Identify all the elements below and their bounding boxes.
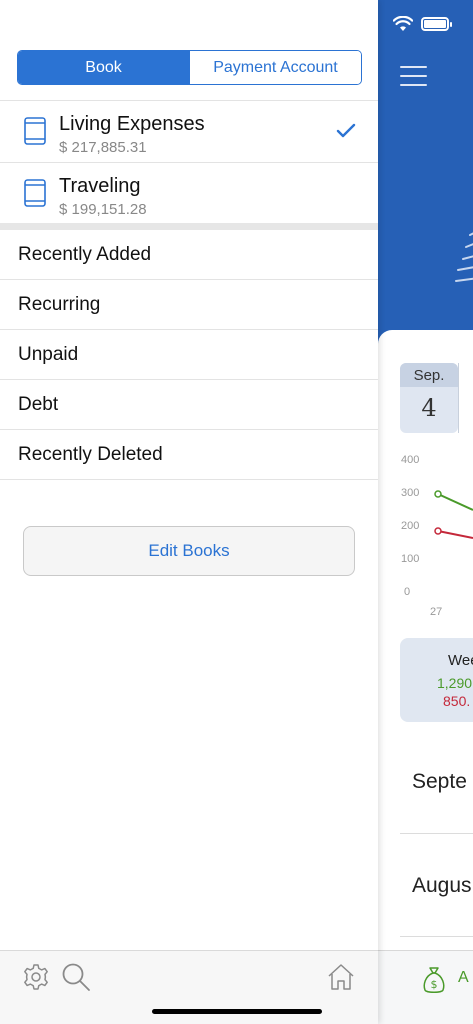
trend-chart: 400 300 200 100 0 27 xyxy=(378,448,473,628)
date-day: 4 xyxy=(421,394,437,422)
menu-icon[interactable] xyxy=(400,66,427,86)
date-next-box[interactable] xyxy=(458,363,473,433)
month-row-september[interactable]: Septe xyxy=(412,770,467,794)
menu-item-label: Recently Deleted xyxy=(18,444,163,465)
book-icon xyxy=(24,179,46,207)
book-amount: $ 217,885.31 xyxy=(59,139,147,156)
segmented-control: Book Payment Account xyxy=(17,50,362,85)
segment-book[interactable]: Book xyxy=(18,51,189,84)
book-amount: $ 199,151.28 xyxy=(59,201,147,218)
home-icon[interactable] xyxy=(327,963,355,991)
battery-icon xyxy=(421,17,452,31)
menu-item-label: Unpaid xyxy=(18,344,79,365)
summary-expense: 850. xyxy=(443,693,471,709)
money-bag-icon[interactable]: $ xyxy=(422,965,446,995)
expense-point xyxy=(434,527,442,535)
background-header xyxy=(378,0,473,360)
edit-books-button[interactable]: Edit Books xyxy=(23,526,355,576)
side-drawer: Book Payment Account Living Expenses $ 2… xyxy=(0,0,378,1024)
search-icon[interactable] xyxy=(61,962,91,992)
menu-item-label: Debt xyxy=(18,394,59,415)
menu-item-label: Recently Added xyxy=(18,244,152,265)
status-bar xyxy=(393,16,452,32)
book-icon xyxy=(24,117,46,145)
checkmark-icon xyxy=(336,123,356,138)
home-indicator[interactable] xyxy=(152,1009,322,1014)
month-divider xyxy=(400,833,473,834)
trend-lines xyxy=(434,490,473,539)
income-line xyxy=(437,493,473,511)
background-card: Sep. 4 400 300 200 100 0 27 Wee 1,290 85… xyxy=(378,330,473,1024)
gear-icon[interactable] xyxy=(22,963,50,991)
date-selector[interactable]: Sep. 4 xyxy=(400,363,458,433)
menu-item-debt[interactable]: Debt xyxy=(0,380,378,430)
menu-item-recently-added[interactable]: Recently Added xyxy=(0,230,378,280)
wifi-icon xyxy=(393,16,413,31)
background-tabbar: $ A xyxy=(378,950,473,1024)
book-name: Traveling xyxy=(59,175,141,197)
summary-label: Wee xyxy=(448,652,473,669)
menu-item-unpaid[interactable]: Unpaid xyxy=(0,330,378,380)
book-item-traveling[interactable]: Traveling $ 199,151.28 xyxy=(0,163,378,225)
menu-item-recurring[interactable]: Recurring xyxy=(0,280,378,330)
book-name: Living Expenses xyxy=(59,113,205,135)
book-item-living-expenses[interactable]: Living Expenses $ 217,885.31 xyxy=(0,101,378,163)
segment-payment-account[interactable]: Payment Account xyxy=(189,51,361,84)
section-divider xyxy=(0,223,378,230)
month-divider xyxy=(400,936,473,937)
menu-item-recently-deleted[interactable]: Recently Deleted xyxy=(0,430,378,480)
date-month: Sep. xyxy=(400,363,458,387)
income-point xyxy=(434,490,442,498)
menu-item-label: Recurring xyxy=(18,294,101,315)
summary-income: 1,290 xyxy=(437,675,473,691)
month-row-august[interactable]: Augus xyxy=(412,874,472,898)
svg-text:$: $ xyxy=(431,978,438,991)
background-app: Sep. 4 400 300 200 100 0 27 Wee 1,290 85… xyxy=(378,0,473,1024)
expense-line xyxy=(437,530,473,539)
tab-label[interactable]: A xyxy=(458,969,469,987)
gauge-icon xyxy=(455,232,473,282)
weekly-summary[interactable]: Wee 1,290 850. xyxy=(400,638,473,722)
